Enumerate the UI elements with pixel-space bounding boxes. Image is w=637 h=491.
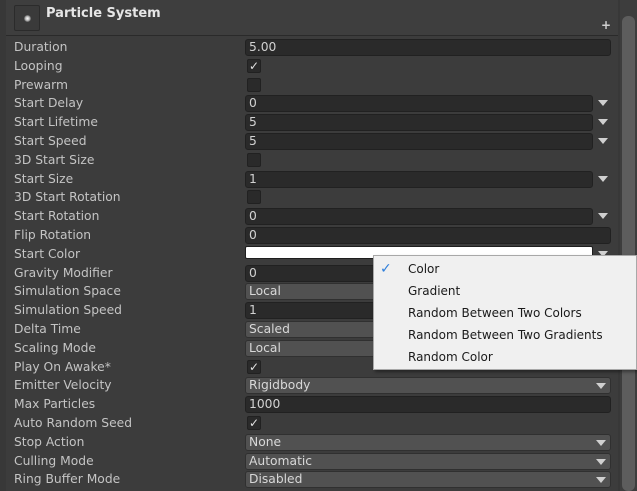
mode-dropdown-icon[interactable] xyxy=(598,175,608,182)
popup-select[interactable]: Automatic xyxy=(245,452,611,470)
menu-item[interactable]: ✓ Color xyxy=(374,258,636,280)
property-row: Looping ✓ xyxy=(6,57,618,76)
mode-dropdown-icon[interactable] xyxy=(598,100,608,107)
property-label: Gravity Modifier xyxy=(14,265,113,280)
popup-value: Rigidbody xyxy=(249,378,311,393)
popup-select[interactable]: Disabled xyxy=(245,471,611,489)
property-row: Emitter Velocity Rigidbody xyxy=(6,376,618,395)
inspector-panel: Particle System + Duration 5.00 Looping ✓ Pr… xyxy=(6,0,618,491)
property-row: Start Size 1 xyxy=(6,170,618,189)
value-field[interactable]: 1 xyxy=(245,170,593,188)
menu-item[interactable]: Gradient xyxy=(374,280,636,302)
property-row: Start Delay 0 xyxy=(6,94,618,113)
property-row: Stop Action None xyxy=(6,433,618,452)
mode-dropdown-icon[interactable] xyxy=(598,119,608,126)
start-color-mode-menu: ✓ Color Gradient Random Between Two Colors R… xyxy=(373,255,637,370)
property-row: 3D Start Size xyxy=(6,151,618,170)
vertical-scrollbar[interactable] xyxy=(620,0,637,491)
property-label: Start Lifetime xyxy=(14,115,98,130)
checkbox[interactable] xyxy=(247,77,261,92)
property-row: Ring Buffer Mode Disabled xyxy=(6,470,618,489)
add-icon[interactable]: + xyxy=(601,18,611,32)
checkmark-icon: ✓ xyxy=(380,261,392,277)
property-label: Duration xyxy=(14,40,68,54)
property-label: Start Delay xyxy=(14,96,84,111)
menu-item-label: Random Between Two Colors xyxy=(408,306,582,320)
property-row: Auto Random Seed ✓ xyxy=(6,414,618,433)
chevron-down-icon xyxy=(596,383,606,390)
property-row: Prewarm xyxy=(6,76,618,95)
value-field[interactable]: 0 xyxy=(245,95,593,113)
checkbox[interactable] xyxy=(247,190,261,205)
mode-dropdown-icon[interactable] xyxy=(598,213,608,220)
menu-item[interactable]: Random Color xyxy=(374,346,636,368)
property-label: Auto Random Seed xyxy=(14,415,133,430)
menu-item-label: Color xyxy=(408,262,440,276)
popup-value: Automatic xyxy=(249,453,313,468)
popup-value: Scaled xyxy=(249,321,290,336)
property-label: Ring Buffer Mode xyxy=(14,472,121,487)
property-row: Culling Mode Automatic xyxy=(6,452,618,471)
property-label: Looping xyxy=(14,58,63,73)
property-label: Emitter Velocity xyxy=(14,378,112,393)
checkbox[interactable] xyxy=(247,152,261,167)
property-row: 3D Start Rotation xyxy=(6,188,618,207)
scrollbar-thumb[interactable] xyxy=(622,16,635,491)
menu-item-label: Gradient xyxy=(408,284,461,298)
property-label: Start Speed xyxy=(14,133,87,148)
property-label: Culling Mode xyxy=(14,453,94,468)
checkbox[interactable]: ✓ xyxy=(247,359,261,374)
property-row: Flip Rotation 0 xyxy=(6,226,618,245)
menu-item[interactable]: Random Between Two Gradients xyxy=(374,324,636,346)
popup-value: Local xyxy=(249,284,281,299)
popup-value: Disabled xyxy=(249,472,303,487)
particle-system-icon xyxy=(14,5,40,31)
property-label: Delta Time xyxy=(14,321,81,336)
property-label: Scaling Mode xyxy=(14,340,96,355)
checkbox[interactable]: ✓ xyxy=(247,415,261,430)
popup-value: None xyxy=(249,434,282,449)
property-row: Duration 5.00 xyxy=(6,38,618,57)
property-label: Stop Action xyxy=(14,434,85,449)
value-field[interactable]: 5 xyxy=(245,114,593,132)
popup-value: Local xyxy=(249,340,281,355)
value-field[interactable]: 5.00 xyxy=(245,39,611,56)
menu-item-label: Random Color xyxy=(408,350,493,364)
property-label: 3D Start Rotation xyxy=(14,190,121,205)
particle-system-header[interactable]: Particle System + xyxy=(6,0,618,36)
property-label: Max Particles xyxy=(14,397,96,412)
menu-item[interactable]: Random Between Two Colors xyxy=(374,302,636,324)
mode-dropdown-icon[interactable] xyxy=(598,137,608,144)
popup-select[interactable]: Rigidbody xyxy=(245,377,611,395)
property-row: Start Rotation 0 xyxy=(6,207,618,226)
property-label: Start Color xyxy=(14,246,81,261)
property-label: Simulation Space xyxy=(14,284,121,299)
value-field[interactable]: 1000 xyxy=(245,396,611,414)
property-label: Start Size xyxy=(14,171,74,186)
checkbox[interactable]: ✓ xyxy=(247,58,261,73)
property-label: Start Rotation xyxy=(14,209,100,224)
property-row: Max Particles 1000 xyxy=(6,395,618,414)
property-label: Simulation Speed xyxy=(14,303,122,318)
value-field[interactable]: 0 xyxy=(245,226,611,244)
property-label: 3D Start Size xyxy=(14,152,95,167)
chevron-down-icon xyxy=(596,477,606,484)
property-label: Prewarm xyxy=(14,77,68,92)
chevron-down-icon xyxy=(596,439,606,446)
chevron-down-icon xyxy=(596,458,606,465)
value-field[interactable]: 0 xyxy=(245,208,593,226)
popup-select[interactable]: None xyxy=(245,433,611,451)
menu-item-label: Random Between Two Gradients xyxy=(408,328,603,342)
property-row: Start Lifetime 5 xyxy=(6,113,618,132)
property-label: Flip Rotation xyxy=(14,227,92,242)
value-field[interactable]: 5 xyxy=(245,132,593,150)
component-title: Particle System xyxy=(46,6,161,21)
property-label: Play On Awake* xyxy=(14,359,111,374)
property-row: Start Speed 5 xyxy=(6,132,618,151)
